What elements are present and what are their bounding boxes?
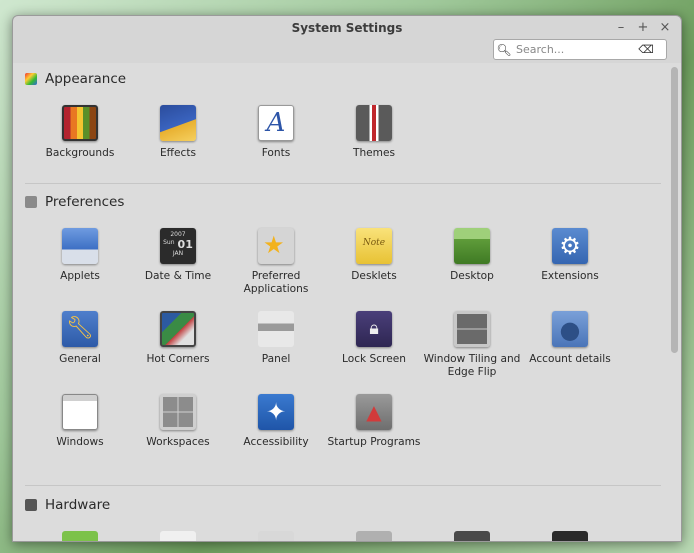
accessibility-icon: ✦ [258, 394, 294, 430]
account-details-icon: ● [552, 311, 588, 347]
separator [25, 485, 661, 486]
windows-icon [62, 394, 98, 430]
item-label: Date & Time [144, 270, 212, 282]
item-lock-screen[interactable]: 🔒︎ Lock Screen [325, 311, 423, 366]
item-account-details[interactable]: ● Account details [521, 311, 619, 366]
search-input[interactable] [514, 42, 636, 57]
clear-search-icon[interactable]: ⌫ [636, 43, 656, 56]
item-label: Desktop [450, 270, 494, 282]
lock-screen-icon: 🔒︎ [356, 311, 392, 347]
item-extensions[interactable]: ⚙ Extensions [521, 228, 619, 283]
item-effects[interactable]: Effects [129, 105, 227, 160]
item-desklets[interactable]: Note Desklets [325, 228, 423, 283]
desklets-icon: Note [356, 228, 392, 264]
startup-programs-icon: ▲ [356, 394, 392, 430]
desktop-icon [454, 228, 490, 264]
hot-corners-icon [160, 311, 196, 347]
item-label: Backgrounds [45, 147, 115, 159]
desklet-note: Note [362, 238, 386, 248]
item-label: Extensions [541, 270, 599, 282]
item-themes[interactable]: Themes [325, 105, 423, 160]
window-tiling-icon [454, 311, 490, 347]
item-label: Startup Programs [327, 436, 421, 448]
search-box[interactable]: 🔍︎ ⌫ [493, 39, 667, 60]
effects-icon [160, 105, 196, 141]
item-preferred-applications[interactable]: ★ Preferred Applications [227, 228, 325, 296]
maximize-button[interactable]: + [637, 20, 649, 35]
item-label: Window Tiling and Edge Flip [423, 353, 521, 378]
section-appearance: Appearance [25, 71, 126, 87]
appearance-icon [25, 73, 37, 85]
settings-content: Appearance Backgrounds Effects A Fonts T… [13, 63, 681, 541]
separator [25, 183, 661, 184]
item-hot-corners[interactable]: Hot Corners [129, 311, 227, 366]
item-label: Windows [56, 436, 104, 448]
item-label: Desklets [351, 270, 397, 282]
item-desktop[interactable]: Desktop [423, 228, 521, 283]
section-title: Appearance [45, 71, 127, 87]
datetime-date: 01 [177, 238, 193, 251]
item-date-time[interactable]: 2007 Sun 01 JAN Date & Time [129, 228, 227, 283]
general-icon: 🔧︎ [62, 311, 98, 347]
window-controls: – + × [615, 20, 671, 35]
applets-icon [62, 228, 98, 264]
section-hardware: Hardware [25, 497, 110, 513]
item-label: Workspaces [146, 436, 210, 448]
hardware-item-icon[interactable] [552, 531, 588, 541]
hardware-icon [25, 499, 37, 511]
preferred-applications-icon: ★ [258, 228, 294, 264]
system-settings-window: System Settings – + × 🔍︎ ⌫ Appearance Ba… [12, 15, 682, 542]
hardware-item-icon[interactable] [454, 531, 490, 541]
font-glyph: A [266, 108, 286, 138]
search-icon: 🔍︎ [496, 42, 512, 57]
window-title: System Settings [291, 21, 403, 35]
datetime-day: Sun [163, 239, 175, 246]
item-label: Applets [60, 270, 100, 282]
hardware-item-icon[interactable] [356, 531, 392, 541]
item-label: Effects [159, 147, 196, 159]
item-label: Accessibility [243, 436, 309, 448]
item-label: General [59, 353, 101, 365]
section-preferences: Preferences [25, 194, 124, 210]
item-label: Lock Screen [342, 353, 406, 365]
item-window-tiling[interactable]: Window Tiling and Edge Flip [423, 311, 521, 379]
date-time-icon: 2007 Sun 01 JAN [160, 228, 196, 264]
datetime-month: JAN [172, 250, 184, 257]
minimize-button[interactable]: – [615, 20, 627, 35]
item-general[interactable]: 🔧︎ General [31, 311, 129, 366]
item-label: Fonts [261, 147, 291, 159]
item-label: Themes [352, 147, 396, 159]
section-title: Preferences [45, 194, 125, 210]
item-label: Account details [529, 353, 611, 365]
item-workspaces[interactable]: Workspaces [129, 394, 227, 449]
item-label: Hot Corners [146, 353, 210, 365]
item-fonts[interactable]: A Fonts [227, 105, 325, 160]
extensions-icon: ⚙ [552, 228, 588, 264]
item-backgrounds[interactable]: Backgrounds [31, 105, 129, 160]
scrollbar[interactable] [671, 67, 678, 353]
item-label: Panel [261, 353, 291, 365]
section-title: Hardware [45, 497, 111, 513]
hardware-item-icon[interactable] [258, 531, 294, 541]
item-windows[interactable]: Windows [31, 394, 129, 449]
item-startup-programs[interactable]: ▲ Startup Programs [325, 394, 423, 449]
workspaces-icon [160, 394, 196, 430]
hardware-item-icon[interactable] [62, 531, 98, 541]
panel-icon [258, 311, 294, 347]
themes-icon [356, 105, 392, 141]
item-panel[interactable]: Panel [227, 311, 325, 366]
item-applets[interactable]: Applets [31, 228, 129, 283]
item-accessibility[interactable]: ✦ Accessibility [227, 394, 325, 449]
close-button[interactable]: × [659, 20, 671, 35]
fonts-icon: A [258, 105, 294, 141]
hardware-item-icon[interactable] [160, 531, 196, 541]
preferences-icon [25, 196, 37, 208]
item-label: Preferred Applications [243, 270, 309, 295]
backgrounds-icon [62, 105, 98, 141]
